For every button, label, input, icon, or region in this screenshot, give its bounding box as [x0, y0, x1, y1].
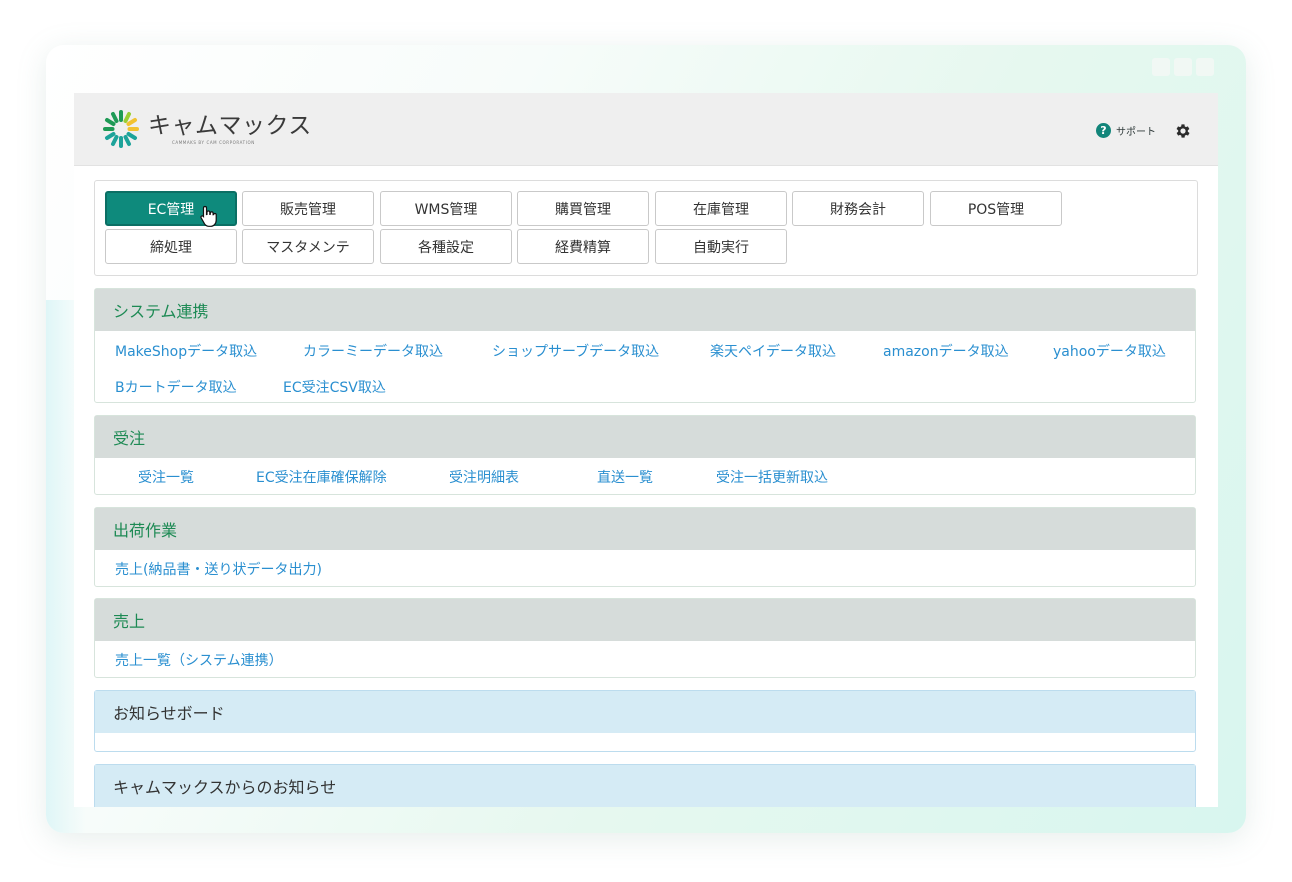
link-bcart-import[interactable]: Bカートデータ取込	[115, 377, 237, 397]
window-controls	[1152, 58, 1214, 76]
module-tabs: EC管理 販売管理 WMS管理 購買管理 在庫管理 財務会計 POS管理 締処理…	[94, 180, 1198, 276]
help-icon: ?	[1096, 123, 1111, 138]
app-window: キャムマックス CAMMAKS BY CAM CORPORATION ? サポー…	[74, 93, 1218, 807]
link-yahoo-import[interactable]: yahooデータ取込	[1053, 341, 1166, 361]
tab-inventory-management[interactable]: 在庫管理	[655, 191, 787, 226]
section-orders: 受注 受注一覧 EC受注在庫確保解除 受注明細表 直送一覧 受注一括更新取込	[94, 415, 1196, 495]
section-cammaks-news: キャムマックスからのお知らせ	[94, 764, 1196, 807]
logo-burst-icon	[103, 110, 139, 148]
link-makeshop-import[interactable]: MakeShopデータ取込	[115, 341, 257, 361]
section-system-integration: システム連携 MakeShopデータ取込 カラーミーデータ取込 ショップサーブデ…	[94, 288, 1196, 403]
link-ec-order-csv-import[interactable]: EC受注CSV取込	[283, 377, 386, 397]
window-control-minimize[interactable]	[1152, 58, 1170, 76]
tab-expense-settlement[interactable]: 経費精算	[517, 229, 649, 264]
link-order-detail-sheet[interactable]: 受注明細表	[449, 467, 519, 487]
link-rakutenpay-import[interactable]: 楽天ペイデータ取込	[710, 341, 836, 361]
support-link[interactable]: ? サポート	[1096, 123, 1156, 138]
section-title: お知らせボード	[95, 691, 1195, 733]
link-order-list[interactable]: 受注一覧	[138, 467, 194, 487]
hand-cursor-icon	[200, 205, 217, 227]
tab-settings[interactable]: 各種設定	[380, 229, 512, 264]
tab-auto-execution[interactable]: 自動実行	[655, 229, 787, 264]
tab-pos-management[interactable]: POS管理	[930, 191, 1062, 226]
tab-wms-management[interactable]: WMS管理	[380, 191, 512, 226]
section-sales: 売上 売上一覧（システム連携）	[94, 598, 1196, 678]
link-sales-shipping-output[interactable]: 売上(納品書・送り状データ出力)	[115, 559, 322, 579]
support-label: サポート	[1116, 127, 1156, 138]
window-control-maximize[interactable]	[1174, 58, 1192, 76]
section-title: 出荷作業	[95, 508, 1195, 550]
app-header: キャムマックス CAMMAKS BY CAM CORPORATION ? サポー…	[74, 93, 1218, 166]
section-title: 売上	[95, 599, 1195, 641]
tab-sales-management[interactable]: 販売管理	[242, 191, 374, 226]
brand-logo[interactable]: キャムマックス CAMMAKS BY CAM CORPORATION	[100, 109, 312, 149]
section-shipping: 出荷作業 売上(納品書・送り状データ出力)	[94, 507, 1196, 587]
link-amazon-import[interactable]: amazonデータ取込	[883, 341, 1009, 361]
window-control-close[interactable]	[1196, 58, 1214, 76]
link-direct-ship-list[interactable]: 直送一覧	[597, 467, 653, 487]
tab-closing[interactable]: 締処理	[105, 229, 237, 264]
link-ec-stock-release[interactable]: EC受注在庫確保解除	[256, 467, 387, 487]
tab-financial-accounting[interactable]: 財務会計	[792, 191, 924, 226]
section-title: キャムマックスからのお知らせ	[95, 765, 1195, 807]
gear-icon[interactable]	[1174, 122, 1192, 140]
tab-master-maintenance[interactable]: マスタメンテ	[242, 229, 374, 264]
tab-purchase-management[interactable]: 購買管理	[517, 191, 649, 226]
section-notice-board: お知らせボード	[94, 690, 1196, 752]
section-title: 受注	[95, 416, 1195, 458]
brand-tagline: CAMMAKS BY CAM CORPORATION	[172, 140, 255, 145]
section-title: システム連携	[95, 289, 1195, 331]
link-colorme-import[interactable]: カラーミーデータ取込	[303, 341, 443, 361]
link-shopserve-import[interactable]: ショップサーブデータ取込	[492, 341, 659, 361]
link-bulk-order-update[interactable]: 受注一括更新取込	[716, 467, 828, 487]
brand-name: キャムマックス	[148, 113, 312, 139]
link-sales-list[interactable]: 売上一覧（システム連携）	[115, 650, 283, 670]
